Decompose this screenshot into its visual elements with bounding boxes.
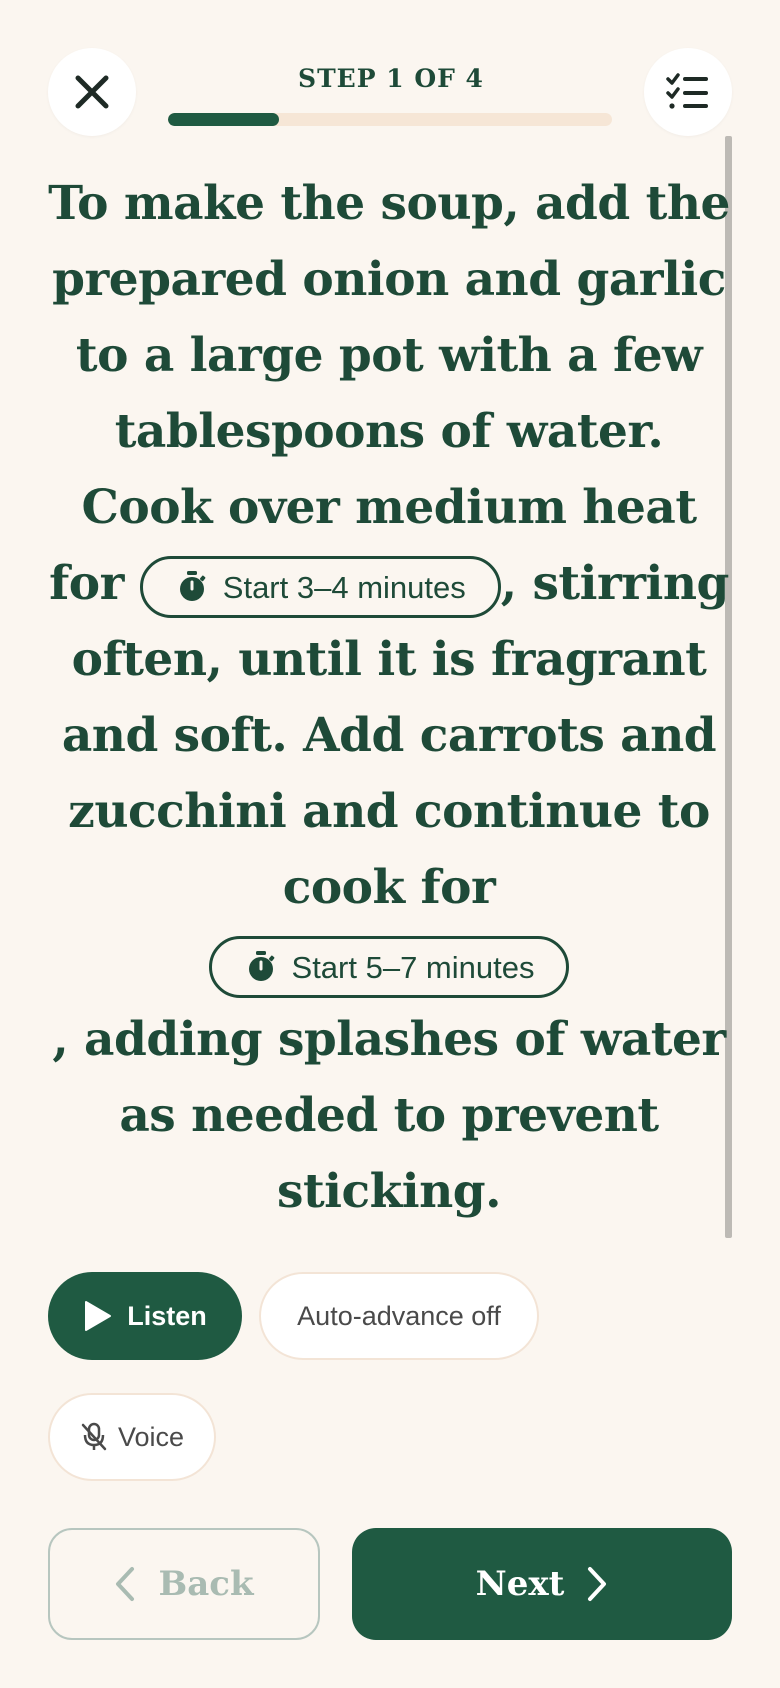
step-instruction: To make the soup, add the prepared onion… bbox=[44, 166, 734, 1230]
progress-bar bbox=[168, 113, 612, 126]
timer-label-1: Start 3–4 minutes bbox=[222, 569, 466, 605]
mic-off-icon bbox=[81, 1422, 107, 1451]
stopwatch-icon bbox=[248, 951, 274, 981]
close-button[interactable] bbox=[48, 48, 136, 136]
back-button[interactable]: Back bbox=[48, 1528, 320, 1640]
voice-label: Voice bbox=[117, 1421, 185, 1452]
checklist-icon bbox=[666, 73, 708, 109]
voice-button[interactable]: Voice bbox=[48, 1393, 216, 1481]
auto-advance-label: Auto-advance off bbox=[297, 1300, 501, 1331]
stopwatch-icon bbox=[179, 571, 206, 601]
chevron-left-icon bbox=[116, 1567, 135, 1601]
auto-advance-toggle[interactable]: Auto-advance off bbox=[259, 1272, 539, 1360]
next-button[interactable]: Next bbox=[352, 1528, 732, 1640]
next-label: Next bbox=[475, 1564, 565, 1604]
step-indicator: STEP 1 OF 4 bbox=[298, 64, 484, 93]
play-icon bbox=[85, 1301, 112, 1331]
listen-button[interactable]: Listen bbox=[48, 1272, 242, 1360]
listen-label: Listen bbox=[127, 1300, 207, 1331]
chevron-right-icon bbox=[588, 1567, 607, 1601]
back-label: Back bbox=[158, 1564, 254, 1604]
progress-fill bbox=[168, 113, 279, 126]
timer-button-1[interactable]: Start 3–4 minutes bbox=[139, 556, 501, 618]
instruction-text-1: To make the soup, add the prepared onion… bbox=[48, 176, 730, 611]
close-icon bbox=[75, 75, 109, 109]
timer-button-2[interactable]: Start 5–7 minutes bbox=[208, 936, 570, 998]
timer-label-2: Start 5–7 minutes bbox=[291, 949, 535, 985]
steps-list-button[interactable] bbox=[644, 48, 732, 136]
instruction-text-3: , adding splashes of water as needed to … bbox=[52, 1012, 726, 1219]
